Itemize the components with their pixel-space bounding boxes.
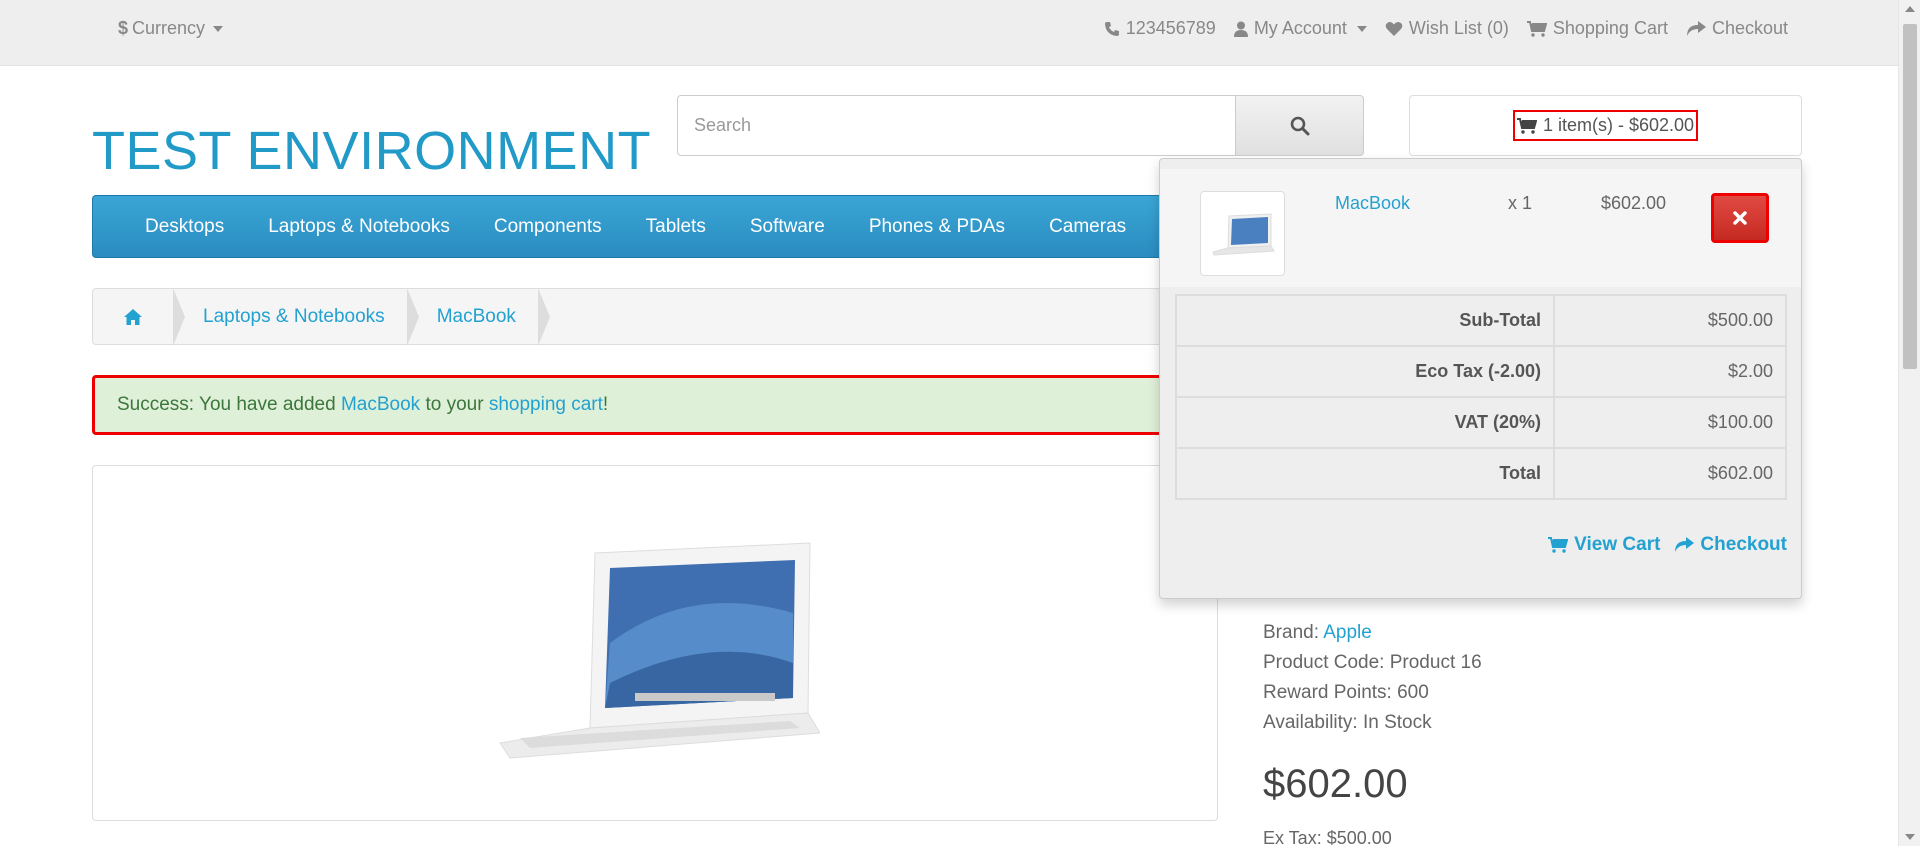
menu-item-components[interactable]: Components bbox=[472, 216, 624, 238]
product-price: $602.00 bbox=[1263, 762, 1408, 806]
share-icon bbox=[1675, 537, 1695, 552]
dropdown-checkout-link[interactable]: Checkout bbox=[1674, 534, 1787, 556]
top-bar: $ Currency 123456789 My Account Wish Lis… bbox=[0, 0, 1898, 66]
product-image[interactable] bbox=[92, 465, 1218, 821]
search-icon bbox=[1290, 116, 1309, 135]
currency-dropdown[interactable]: $ Currency bbox=[118, 18, 224, 39]
table-row: Eco Tax (-2.00) $2.00 bbox=[1175, 345, 1787, 398]
menu-item-phones[interactable]: Phones & PDAs bbox=[847, 216, 1027, 238]
alert-suffix: ! bbox=[602, 394, 609, 415]
user-icon bbox=[1233, 21, 1248, 37]
cart-box: 1 item(s) - $602.00 bbox=[1409, 95, 1802, 156]
subtotal-label: Sub-Total bbox=[1175, 294, 1555, 347]
eco-tax-label: Eco Tax (-2.00) bbox=[1175, 345, 1555, 398]
alert-middle: to your bbox=[420, 394, 489, 415]
alert-cart-link[interactable]: shopping cart bbox=[489, 394, 603, 416]
shopping-cart-link[interactable]: Shopping Cart bbox=[1526, 18, 1668, 39]
scroll-down-arrow-icon[interactable] bbox=[1905, 834, 1915, 840]
alert-product-link[interactable]: MacBook bbox=[341, 394, 420, 416]
site-logo[interactable]: TEST ENVIRONMENT bbox=[92, 120, 651, 182]
breadcrumb-macbook[interactable]: MacBook bbox=[407, 288, 551, 346]
checkout-link[interactable]: Checkout bbox=[1686, 18, 1788, 39]
macbook-thumbnail bbox=[1211, 212, 1275, 256]
chevron-down-icon bbox=[213, 25, 224, 32]
checkout-label: Checkout bbox=[1711, 18, 1788, 38]
breadcrumb-home[interactable] bbox=[93, 288, 185, 346]
share-icon bbox=[1686, 20, 1706, 36]
cart-button[interactable]: 1 item(s) - $602.00 bbox=[1512, 110, 1699, 141]
total-value: $602.00 bbox=[1553, 447, 1787, 500]
cart-actions: View Cart Checkout bbox=[1548, 534, 1787, 556]
ex-tax-price: Ex Tax: $500.00 bbox=[1263, 828, 1392, 846]
home-icon bbox=[124, 308, 142, 325]
vat-value: $100.00 bbox=[1553, 396, 1787, 449]
subtotal-value: $500.00 bbox=[1553, 294, 1787, 347]
my-account-label: My Account bbox=[1253, 18, 1347, 38]
product-code: Product Code: Product 16 bbox=[1263, 652, 1482, 673]
my-account-dropdown[interactable]: My Account bbox=[1233, 18, 1367, 39]
scrollbar-thumb[interactable] bbox=[1903, 24, 1917, 369]
cart-item-price: $602.00 bbox=[1601, 193, 1667, 213]
brand-label: Brand: bbox=[1263, 622, 1324, 643]
phone-icon bbox=[1104, 21, 1119, 36]
shopping-cart-label: Shopping Cart bbox=[1552, 18, 1668, 38]
cart-item-row: MacBook x 1 $602.00 bbox=[1160, 169, 1801, 287]
view-cart-link[interactable]: View Cart bbox=[1548, 534, 1660, 556]
phone-number: 123456789 bbox=[1125, 18, 1216, 38]
table-row: Total $602.00 bbox=[1175, 447, 1787, 500]
wishlist-label: Wish List (0) bbox=[1408, 18, 1509, 38]
availability: Availability: In Stock bbox=[1263, 712, 1432, 733]
menu-item-desktops[interactable]: Desktops bbox=[123, 216, 246, 238]
close-icon bbox=[1733, 211, 1747, 225]
currency-symbol: $ bbox=[118, 18, 129, 38]
menu-item-laptops[interactable]: Laptops & Notebooks bbox=[246, 216, 472, 238]
product-info: Brand: Apple Product Code: Product 16 Re… bbox=[1263, 618, 1482, 738]
menu-item-software[interactable]: Software bbox=[728, 216, 847, 238]
cart-totals-table: Sub-Total $500.00 Eco Tax (-2.00) $2.00 … bbox=[1175, 294, 1787, 500]
remove-item-button[interactable] bbox=[1711, 193, 1769, 243]
cart-summary: 1 item(s) - $602.00 bbox=[1542, 115, 1695, 135]
view-cart-label: View Cart bbox=[1574, 534, 1661, 555]
cart-item-qty: x 1 bbox=[1508, 193, 1533, 213]
reward-points: Reward Points: 600 bbox=[1263, 682, 1429, 703]
breadcrumb-laptops[interactable]: Laptops & Notebooks bbox=[173, 288, 419, 346]
brand-link[interactable]: Apple bbox=[1323, 622, 1372, 643]
wishlist-link[interactable]: Wish List (0) bbox=[1385, 18, 1509, 39]
macbook-image bbox=[499, 542, 820, 759]
search-button[interactable] bbox=[1236, 95, 1364, 156]
alert-prefix: Success: You have added bbox=[117, 394, 341, 415]
currency-label: Currency bbox=[132, 18, 206, 38]
search-bar bbox=[677, 95, 1364, 156]
vat-label: VAT (20%) bbox=[1175, 396, 1555, 449]
brand-row: Brand: Apple bbox=[1263, 618, 1482, 648]
cart-icon bbox=[1548, 537, 1569, 553]
phone-link[interactable]: 123456789 bbox=[1104, 18, 1216, 39]
cart-dropdown: MacBook x 1 $602.00 Sub-Total $500.00 Ec… bbox=[1159, 158, 1802, 599]
scroll-up-arrow-icon[interactable] bbox=[1905, 6, 1915, 12]
cart-item-name[interactable]: MacBook bbox=[1335, 193, 1410, 214]
chevron-down-icon bbox=[1356, 25, 1367, 32]
eco-tax-value: $2.00 bbox=[1553, 345, 1787, 398]
menu-item-tablets[interactable]: Tablets bbox=[624, 216, 728, 238]
table-row: VAT (20%) $100.00 bbox=[1175, 396, 1787, 449]
dropdown-checkout-label: Checkout bbox=[1700, 534, 1787, 555]
heart-icon bbox=[1385, 21, 1403, 36]
cart-icon bbox=[1516, 117, 1537, 134]
cart-icon bbox=[1526, 20, 1547, 37]
cart-item-thumbnail[interactable] bbox=[1200, 191, 1285, 276]
search-input[interactable] bbox=[677, 95, 1236, 156]
page-scrollbar[interactable] bbox=[1898, 0, 1920, 846]
table-row: Sub-Total $500.00 bbox=[1175, 294, 1787, 347]
top-links: 123456789 My Account Wish List (0) Shopp… bbox=[1104, 18, 1788, 39]
menu-item-cameras[interactable]: Cameras bbox=[1027, 216, 1148, 238]
total-label: Total bbox=[1175, 447, 1555, 500]
